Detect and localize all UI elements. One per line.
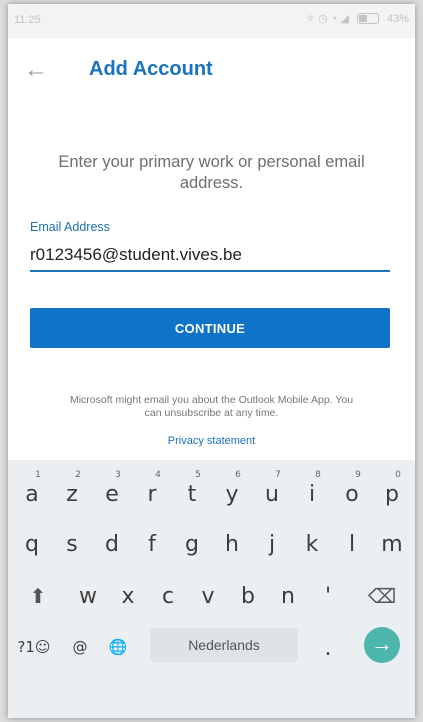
- key-p[interactable]: 0 p: [372, 466, 412, 516]
- key-b[interactable]: b: [228, 568, 268, 618]
- add-account-form: Enter your primary work or personal emai…: [8, 102, 415, 460]
- key-l[interactable]: l: [332, 516, 372, 566]
- key-s[interactable]: s: [52, 516, 92, 566]
- symbols-key[interactable]: ?1☺: [10, 620, 58, 670]
- key-u[interactable]: 7 u: [252, 466, 292, 516]
- key-c[interactable]: c: [148, 568, 188, 618]
- key-at[interactable]: @: [62, 620, 98, 670]
- key-f[interactable]: f: [132, 516, 172, 566]
- key-z[interactable]: 2 z: [52, 466, 92, 516]
- key-n[interactable]: n: [268, 568, 308, 618]
- disclaimer-text: Microsoft might email you about the Outl…: [69, 394, 354, 419]
- email-label: Email Address: [30, 220, 110, 234]
- key-k[interactable]: k: [292, 516, 332, 566]
- enter-arrow-icon[interactable]: →: [364, 627, 400, 663]
- key-w[interactable]: w: [68, 568, 108, 618]
- key-m[interactable]: m: [372, 516, 412, 566]
- globe-icon[interactable]: 🌐: [100, 620, 136, 670]
- app-bar: ← Add Account: [8, 38, 415, 103]
- space-bar[interactable]: Nederlands: [150, 628, 298, 662]
- email-field[interactable]: [30, 240, 390, 272]
- status-icons: ✧ ◷ ◔ ◢ 43%: [305, 12, 409, 26]
- status-time: 11:25: [14, 14, 41, 26]
- key-a[interactable]: 1 a: [12, 466, 52, 516]
- key-x[interactable]: x: [108, 568, 148, 618]
- phone-screen: 11:25 ✧ ◷ ◔ ◢ 43% ← Add Account Enter yo…: [8, 4, 415, 718]
- key-v[interactable]: v: [188, 568, 228, 618]
- page-title: Add Account: [89, 58, 213, 80]
- back-arrow-icon[interactable]: ←: [22, 56, 50, 84]
- keyboard-row-1: 1 a 2 z 3 e 4 r 5 t 6 y 7 u 8 i 9 o 0 p: [8, 466, 415, 516]
- intro-text: Enter your primary work or personal emai…: [58, 153, 365, 192]
- key-y[interactable]: 6 y: [212, 466, 252, 516]
- key-d[interactable]: d: [92, 516, 132, 566]
- continue-button[interactable]: CONTINUE: [30, 308, 390, 348]
- key-q[interactable]: q: [12, 516, 52, 566]
- key-e[interactable]: 3 e: [92, 466, 132, 516]
- key-i[interactable]: 8 i: [292, 466, 332, 516]
- key-apostrophe[interactable]: ': [308, 568, 348, 618]
- keyboard-row-4: ?1☺ @ 🌐 Nederlands . →: [8, 620, 415, 670]
- key-h[interactable]: h: [212, 516, 252, 566]
- status-indicator-icons: ✧ ◷ ◔ ◢: [305, 13, 349, 25]
- soft-keyboard: 1 a 2 z 3 e 4 r 5 t 6 y 7 u 8 i 9 o 0 p …: [8, 460, 415, 718]
- keyboard-row-3: ⬆ w x c v b n ' ⌫: [8, 568, 415, 618]
- backspace-icon[interactable]: ⌫: [360, 568, 404, 618]
- keyboard-row-2: q s d f g h j k l m: [8, 516, 415, 566]
- status-bar: 11:25 ✧ ◷ ◔ ◢ 43%: [8, 4, 415, 38]
- battery-level: 43%: [386, 12, 409, 25]
- battery-icon: [356, 13, 379, 24]
- key-t[interactable]: 5 t: [172, 466, 212, 516]
- key-period[interactable]: .: [308, 620, 348, 670]
- shift-icon[interactable]: ⬆: [16, 568, 60, 618]
- key-j[interactable]: j: [252, 516, 292, 566]
- key-r[interactable]: 4 r: [132, 466, 172, 516]
- key-g[interactable]: g: [172, 516, 212, 566]
- privacy-statement-link[interactable]: Privacy statement: [8, 435, 415, 447]
- key-o[interactable]: 9 o: [332, 466, 372, 516]
